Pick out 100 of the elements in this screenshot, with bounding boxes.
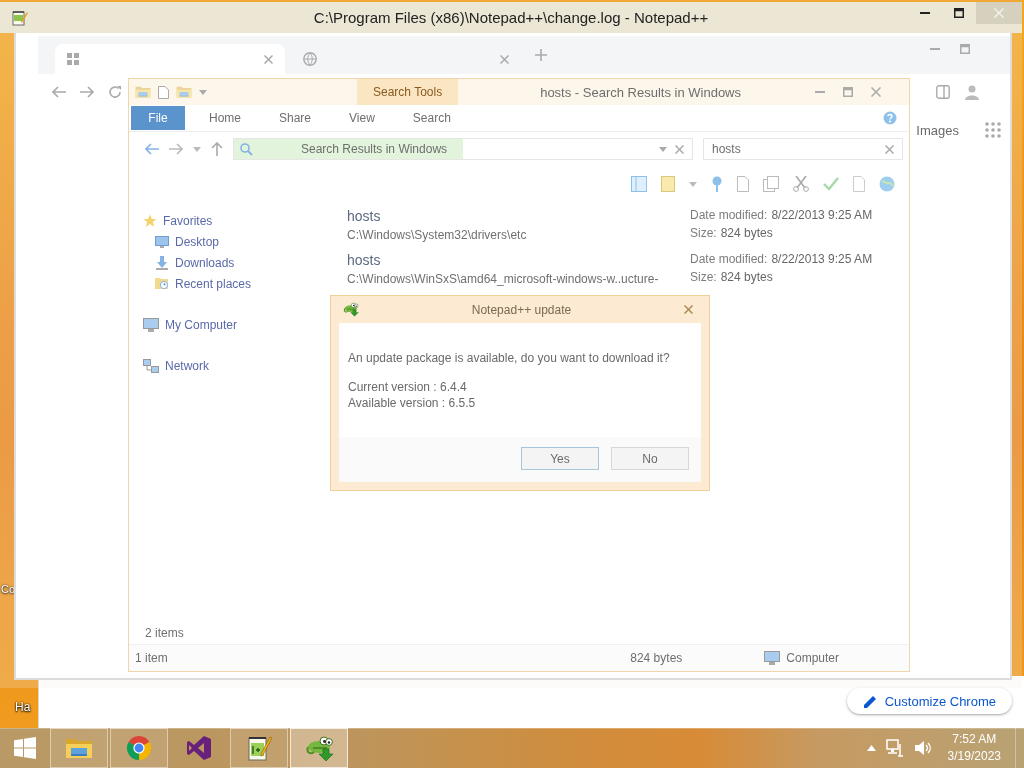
taskbar-button[interactable]	[290, 728, 348, 768]
version-text: Available version : 6.5.5	[348, 395, 477, 411]
network-icon[interactable]	[885, 739, 904, 757]
note-icon[interactable]	[661, 176, 675, 192]
size-value: 824 bytes	[720, 226, 773, 240]
help-icon[interactable]	[883, 111, 897, 125]
close-icon	[684, 305, 693, 314]
back-icon[interactable]	[145, 143, 159, 155]
lizard-arrow-icon	[304, 735, 334, 761]
date-label: Date modified:	[690, 252, 768, 266]
speaker-icon[interactable]	[913, 740, 932, 756]
apps-grid-icon[interactable]	[985, 122, 1001, 138]
nav-item[interactable]: Downloads	[143, 252, 341, 273]
computer-icon	[143, 317, 159, 332]
globe-icon	[303, 52, 317, 66]
nav-item[interactable]: Recent places	[143, 273, 341, 294]
page-icon[interactable]	[737, 176, 749, 192]
nav-item[interactable]: Desktop	[143, 231, 341, 252]
grid-favicon-icon	[67, 53, 79, 65]
pin-icon[interactable]	[711, 176, 723, 192]
customize-chrome-button[interactable]: Customize Chrome	[846, 688, 1012, 714]
nav-item[interactable]: Favorites	[143, 210, 341, 231]
dialog-message: An update package is available, do you want to download it?	[347, 350, 671, 365]
address-field[interactable]: Search Results in Windows	[233, 138, 693, 160]
folder-icon[interactable]	[176, 85, 192, 99]
page-icon[interactable]	[853, 176, 865, 192]
taskbar-button[interactable]	[110, 728, 168, 768]
ribbon-tab[interactable]: Home	[195, 106, 255, 130]
nav-item[interactable]: My Computer	[143, 314, 341, 335]
no-button[interactable]: No	[611, 447, 689, 470]
ribbon-tab[interactable]: View	[335, 106, 389, 130]
ribbon-tab[interactable]: Search	[398, 106, 465, 130]
caret-icon[interactable]	[199, 89, 207, 95]
minimize-icon	[920, 12, 930, 14]
up-icon[interactable]	[211, 142, 223, 156]
screen-icon	[155, 235, 169, 248]
star-icon	[143, 213, 157, 228]
minimize-icon	[815, 91, 825, 93]
pencil-icon	[863, 694, 877, 708]
file-name[interactable]: hosts	[347, 252, 690, 268]
download-icon	[155, 255, 169, 270]
caret-icon[interactable]	[689, 181, 697, 187]
plus-icon[interactable]	[535, 49, 547, 61]
ribbon-tab[interactable]: Share	[265, 106, 326, 130]
size-value: 824 bytes	[720, 270, 773, 284]
address-text: Search Results in Windows	[301, 142, 448, 156]
version-text: Current version : 6.4.4	[348, 379, 468, 395]
file-name[interactable]: hosts	[347, 208, 690, 224]
status-text: 2 items	[145, 626, 184, 640]
maximize-icon	[960, 44, 970, 54]
panes-icon[interactable]	[631, 176, 647, 192]
caret-up-icon[interactable]	[866, 745, 876, 751]
close-icon	[675, 144, 684, 154]
folder-icon	[65, 736, 93, 760]
yes-button[interactable]: Yes	[521, 447, 599, 470]
forward-icon[interactable]	[169, 143, 183, 155]
scissors-icon[interactable]	[793, 176, 809, 192]
size-label: Size:	[690, 226, 717, 240]
dialog-title: Notepad++ update	[471, 302, 572, 317]
search-icon	[240, 142, 253, 156]
profile-icon[interactable]	[964, 84, 980, 100]
file-menu-button[interactable]: File	[131, 106, 185, 130]
infinity-ribbon-icon	[186, 735, 212, 761]
close-icon	[500, 54, 509, 64]
window-title: C:\Program Files (x86)\Notepad++\change.log - Notepad++	[313, 9, 709, 26]
size-label: Size:	[690, 270, 717, 284]
caret-icon	[193, 146, 201, 152]
item-count: 1 item	[135, 651, 168, 665]
back-icon[interactable]	[52, 86, 66, 98]
browser-tab[interactable]	[55, 44, 285, 74]
chrome-icon	[126, 735, 152, 761]
window-title: hosts - Search Results in Windows	[540, 84, 741, 100]
file-path: C:\Windows\WinSxS\amd64_microsoft-windows-w..ucture-	[347, 272, 660, 286]
close-icon	[264, 54, 273, 64]
images-link[interactable]: Images	[916, 122, 959, 138]
taskbar-button[interactable]	[230, 728, 288, 768]
network-icon	[143, 358, 159, 373]
page-icon[interactable]	[158, 85, 169, 99]
file-size: 824 bytes	[630, 651, 683, 665]
nav-item[interactable]: Network	[143, 355, 341, 376]
folder-clock-icon	[155, 277, 169, 290]
date-label: Date modified:	[690, 208, 768, 222]
caret-icon	[659, 146, 667, 152]
maximize-icon	[843, 87, 853, 97]
notepad-pencil-icon	[246, 734, 272, 762]
reload-icon[interactable]	[108, 85, 122, 99]
close-icon	[994, 8, 1004, 18]
computer-icon	[764, 651, 781, 665]
globe-icon[interactable]	[879, 176, 895, 192]
search-field[interactable]: hosts	[703, 138, 903, 160]
copy-icon[interactable]	[763, 176, 779, 192]
maximize-icon	[954, 8, 964, 18]
contextual-tab-label: Search Tools	[357, 79, 459, 105]
file-path: C:\Windows\System32\drivers\etc	[347, 228, 528, 242]
side-panel-icon[interactable]	[936, 85, 950, 99]
date-value: 8/22/2013 9:25 AM	[771, 252, 873, 266]
windows-logo-icon	[14, 737, 36, 759]
forward-icon[interactable]	[80, 86, 94, 98]
folder-icon[interactable]	[135, 85, 151, 99]
checkmark-icon[interactable]	[823, 177, 839, 191]
